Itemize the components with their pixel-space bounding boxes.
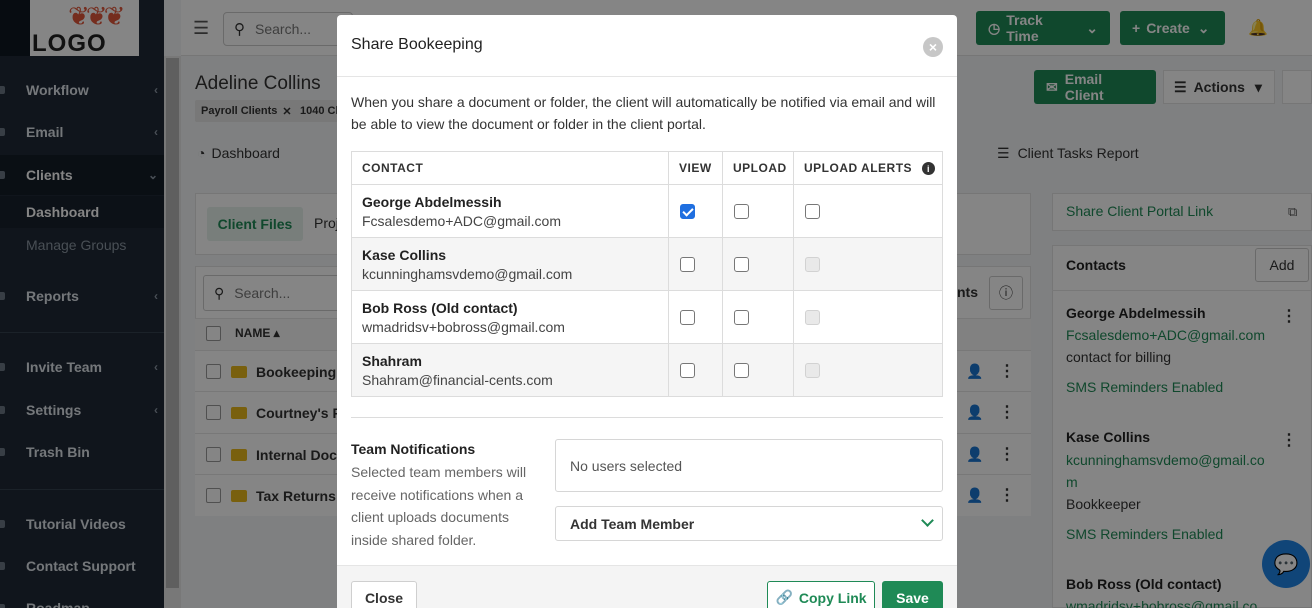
contact-email: wmadridsv+bobross@gmail.com bbox=[362, 318, 565, 335]
upload-alerts-checkbox bbox=[805, 309, 820, 325]
table-row: Bob Ross (Old contact) wmadridsv+bobross@… bbox=[351, 290, 943, 344]
team-notifications-title: Team Notifications bbox=[351, 441, 476, 457]
column-header-view: VIEW bbox=[668, 151, 723, 185]
team-notifications-description: Selected team members will receive notif… bbox=[351, 464, 527, 548]
column-header-contact: CONTACT bbox=[351, 151, 669, 185]
table-row: Kase Collins kcunninghamsvdemo@gmail.com bbox=[351, 237, 943, 291]
table-header-row: CONTACT VIEW UPLOAD UPLOAD ALERTS i bbox=[351, 151, 943, 185]
modal-intro-text: When you share a document or folder, the… bbox=[351, 94, 936, 132]
share-modal: Share Bookeeping × When you share a docu… bbox=[337, 15, 957, 608]
view-checkbox[interactable] bbox=[680, 309, 695, 325]
modal-title: Share Bookeeping bbox=[351, 36, 483, 53]
column-header-upload: UPLOAD bbox=[722, 151, 794, 185]
contact-name: Bob Ross (Old contact) bbox=[362, 299, 518, 316]
link-icon: 🔗 bbox=[775, 589, 793, 605]
upload-alerts-checkbox[interactable] bbox=[805, 203, 820, 219]
add-team-member-select[interactable]: Add Team Member bbox=[555, 506, 943, 541]
info-icon[interactable]: i bbox=[922, 162, 936, 176]
copy-link-button[interactable]: 🔗 Copy Link bbox=[767, 581, 875, 608]
contact-email: Fcsalesdemo+ADC@gmail.com bbox=[362, 212, 561, 229]
upload-checkbox[interactable] bbox=[734, 362, 749, 378]
contact-email: kcunninghamsvdemo@gmail.com bbox=[362, 265, 573, 282]
modal-header: Share Bookeeping × bbox=[337, 15, 957, 77]
table-row: George Abdelmessih Fcsalesdemo+ADC@gmail.… bbox=[351, 184, 943, 238]
table-row: Shahram Shahram@financial-cents.com bbox=[351, 343, 943, 397]
divider bbox=[351, 417, 943, 418]
view-checkbox[interactable] bbox=[680, 256, 695, 272]
close-button[interactable]: Close bbox=[351, 581, 417, 608]
view-checkbox[interactable] bbox=[680, 362, 695, 378]
column-header-upload-alerts: UPLOAD ALERTS i bbox=[793, 151, 943, 185]
close-icon[interactable]: × bbox=[923, 37, 943, 57]
upload-checkbox[interactable] bbox=[734, 309, 749, 325]
share-contacts-table: CONTACT VIEW UPLOAD UPLOAD ALERTS i Georg… bbox=[351, 151, 943, 397]
save-button[interactable]: Save bbox=[882, 581, 943, 608]
contact-email: Shahram@financial-cents.com bbox=[362, 371, 553, 388]
modal-footer: Close 🔗 Copy Link Save bbox=[337, 565, 957, 608]
upload-alerts-checkbox bbox=[805, 256, 820, 272]
upload-checkbox[interactable] bbox=[734, 203, 749, 219]
upload-alerts-checkbox bbox=[805, 362, 820, 378]
contact-name: George Abdelmessih bbox=[362, 193, 502, 210]
chevron-down-icon bbox=[921, 514, 934, 527]
selected-team-members-field[interactable]: No users selected bbox=[555, 439, 943, 492]
contact-name: Kase Collins bbox=[362, 246, 447, 263]
upload-checkbox[interactable] bbox=[734, 256, 749, 272]
view-checkbox[interactable] bbox=[680, 203, 695, 219]
contact-name: Shahram bbox=[362, 352, 422, 369]
